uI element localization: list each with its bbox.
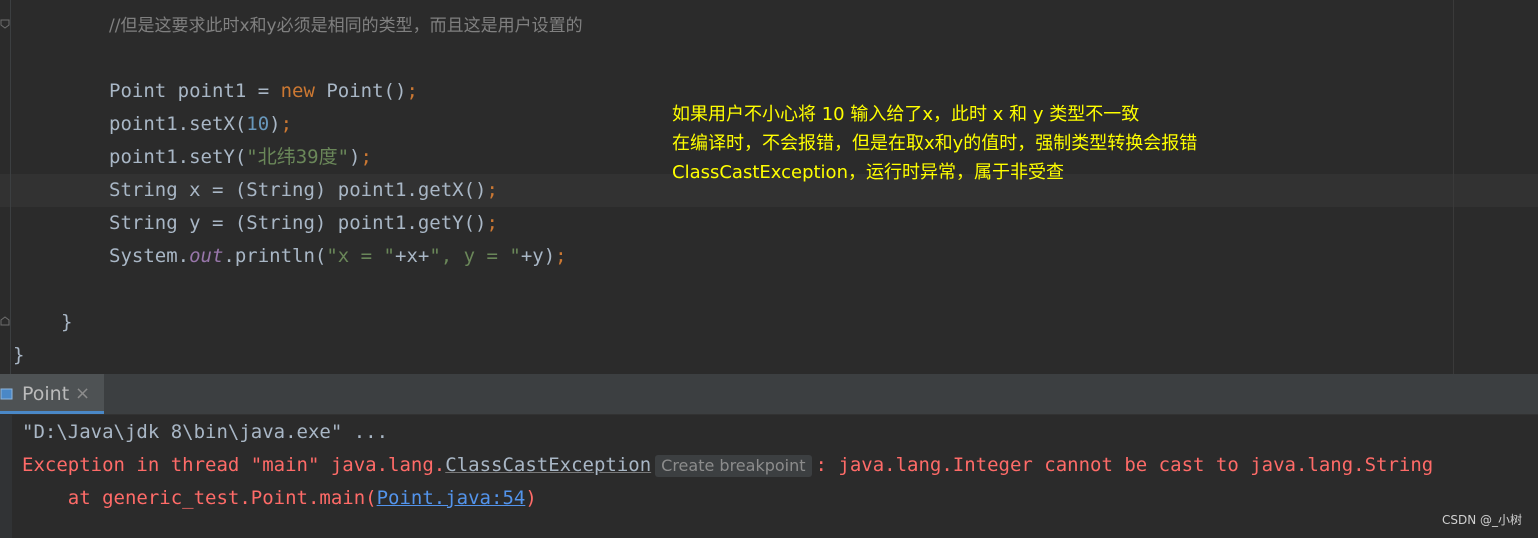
- run-config-icon: [0, 386, 14, 400]
- code-text: System.: [109, 245, 190, 267]
- code-text: String x = (String) point1.getX(): [109, 179, 487, 201]
- code-text: +x+: [395, 245, 430, 267]
- run-console-panel: Point × "D:\Java\jdk 8\bin\java.exe" ...…: [0, 374, 1538, 538]
- console-stack-line: at generic_test.Point.main(Point.java:54…: [22, 482, 537, 515]
- console-exception-line: Exception in thread "main" java.lang.Cla…: [22, 449, 1433, 482]
- closing-brace: }: [13, 344, 25, 366]
- code-editor[interactable]: //但是这要求此时x和y必须是相同的类型，而且这是用户设置的 Point poi…: [0, 0, 1538, 374]
- exception-class-link[interactable]: ClassCastException: [445, 454, 651, 476]
- stack-prefix: at generic_test.Point.main(: [22, 487, 377, 509]
- semicolon: ;: [406, 80, 418, 102]
- semicolon: ;: [486, 179, 498, 201]
- tab-point[interactable]: Point ×: [0, 374, 104, 414]
- keyword-new: new: [280, 80, 315, 102]
- code-text: point1.setX(: [109, 113, 247, 135]
- code-text: Point point1 =: [109, 80, 281, 102]
- semicolon: ;: [280, 113, 293, 135]
- annotation-line: 在编译时，不会报错，但是在取x和y的值时，强制类型转换会报错: [672, 133, 1198, 154]
- fold-gutter-line: [10, 0, 11, 374]
- code-text: ): [349, 146, 361, 168]
- comment-text: //但是这要求此时x和y必须是相同的类型，而且这是用户设置的: [109, 16, 583, 36]
- code-text: ): [269, 113, 281, 135]
- annotation-line: ClassCastException，运行时异常，属于非受查: [672, 162, 1064, 183]
- console-command-line: "D:\Java\jdk 8\bin\java.exe" ...: [22, 421, 389, 443]
- code-text: point1.setY(: [109, 146, 247, 168]
- code-text: String y = (String) point1.getY(): [109, 212, 487, 234]
- semicolon: ;: [360, 146, 372, 168]
- string-literal: "北纬39度": [246, 146, 350, 168]
- code-line-close-class: }: [13, 339, 24, 372]
- number-literal: 10: [246, 113, 270, 135]
- create-breakpoint-button[interactable]: Create breakpoint: [655, 454, 812, 477]
- code-line-setx: point1.setX(10);: [109, 108, 292, 141]
- exception-prefix: Exception in thread "main" java.lang.: [22, 454, 446, 476]
- code-line-close-method: }: [61, 306, 72, 339]
- string-literal: ", y = ": [429, 245, 521, 267]
- code-text: Point(): [314, 80, 407, 102]
- close-icon[interactable]: ×: [75, 383, 90, 404]
- stack-suffix: ): [525, 487, 537, 509]
- static-field-out: out: [189, 245, 224, 267]
- watermark: CSDN @_小树: [1441, 513, 1522, 527]
- code-text: +y): [520, 245, 556, 267]
- string-literal: "x = ": [326, 245, 395, 267]
- fold-marker-icon[interactable]: [0, 316, 10, 326]
- code-line-comment: //但是这要求此时x和y必须是相同的类型，而且这是用户设置的: [109, 9, 583, 42]
- code-line-gety: String y = (String) point1.getY();: [109, 207, 498, 240]
- annotation-line: 如果用户不小心将 10 输入给了x，此时 x 和 y 类型不一致: [672, 104, 1140, 125]
- code-line-point-decl: Point point1 = new Point();: [109, 75, 418, 108]
- code-line-println: System.out.println("x = "+x+", y = "+y);: [109, 240, 567, 273]
- fold-marker-icon[interactable]: [0, 19, 10, 29]
- semicolon: ;: [555, 245, 567, 267]
- code-line-getx: String x = (String) point1.getX();: [109, 174, 498, 207]
- source-location-link[interactable]: Point.java:54: [377, 487, 526, 509]
- console-gutter: [0, 415, 12, 538]
- exception-message: : java.lang.Integer cannot be cast to ja…: [815, 454, 1434, 476]
- run-tab-bar: Point ×: [0, 374, 1538, 415]
- semicolon: ;: [486, 212, 498, 234]
- annotation-note: 如果用户不小心将 10 输入给了x，此时 x 和 y 类型不一致 在编译时，不会…: [672, 100, 1197, 187]
- tab-label: Point: [22, 383, 70, 405]
- closing-brace: }: [61, 311, 73, 333]
- right-margin-guide: [1453, 0, 1454, 374]
- code-text: .println(: [223, 245, 327, 267]
- code-line-sety: point1.setY("北纬39度");: [109, 141, 372, 174]
